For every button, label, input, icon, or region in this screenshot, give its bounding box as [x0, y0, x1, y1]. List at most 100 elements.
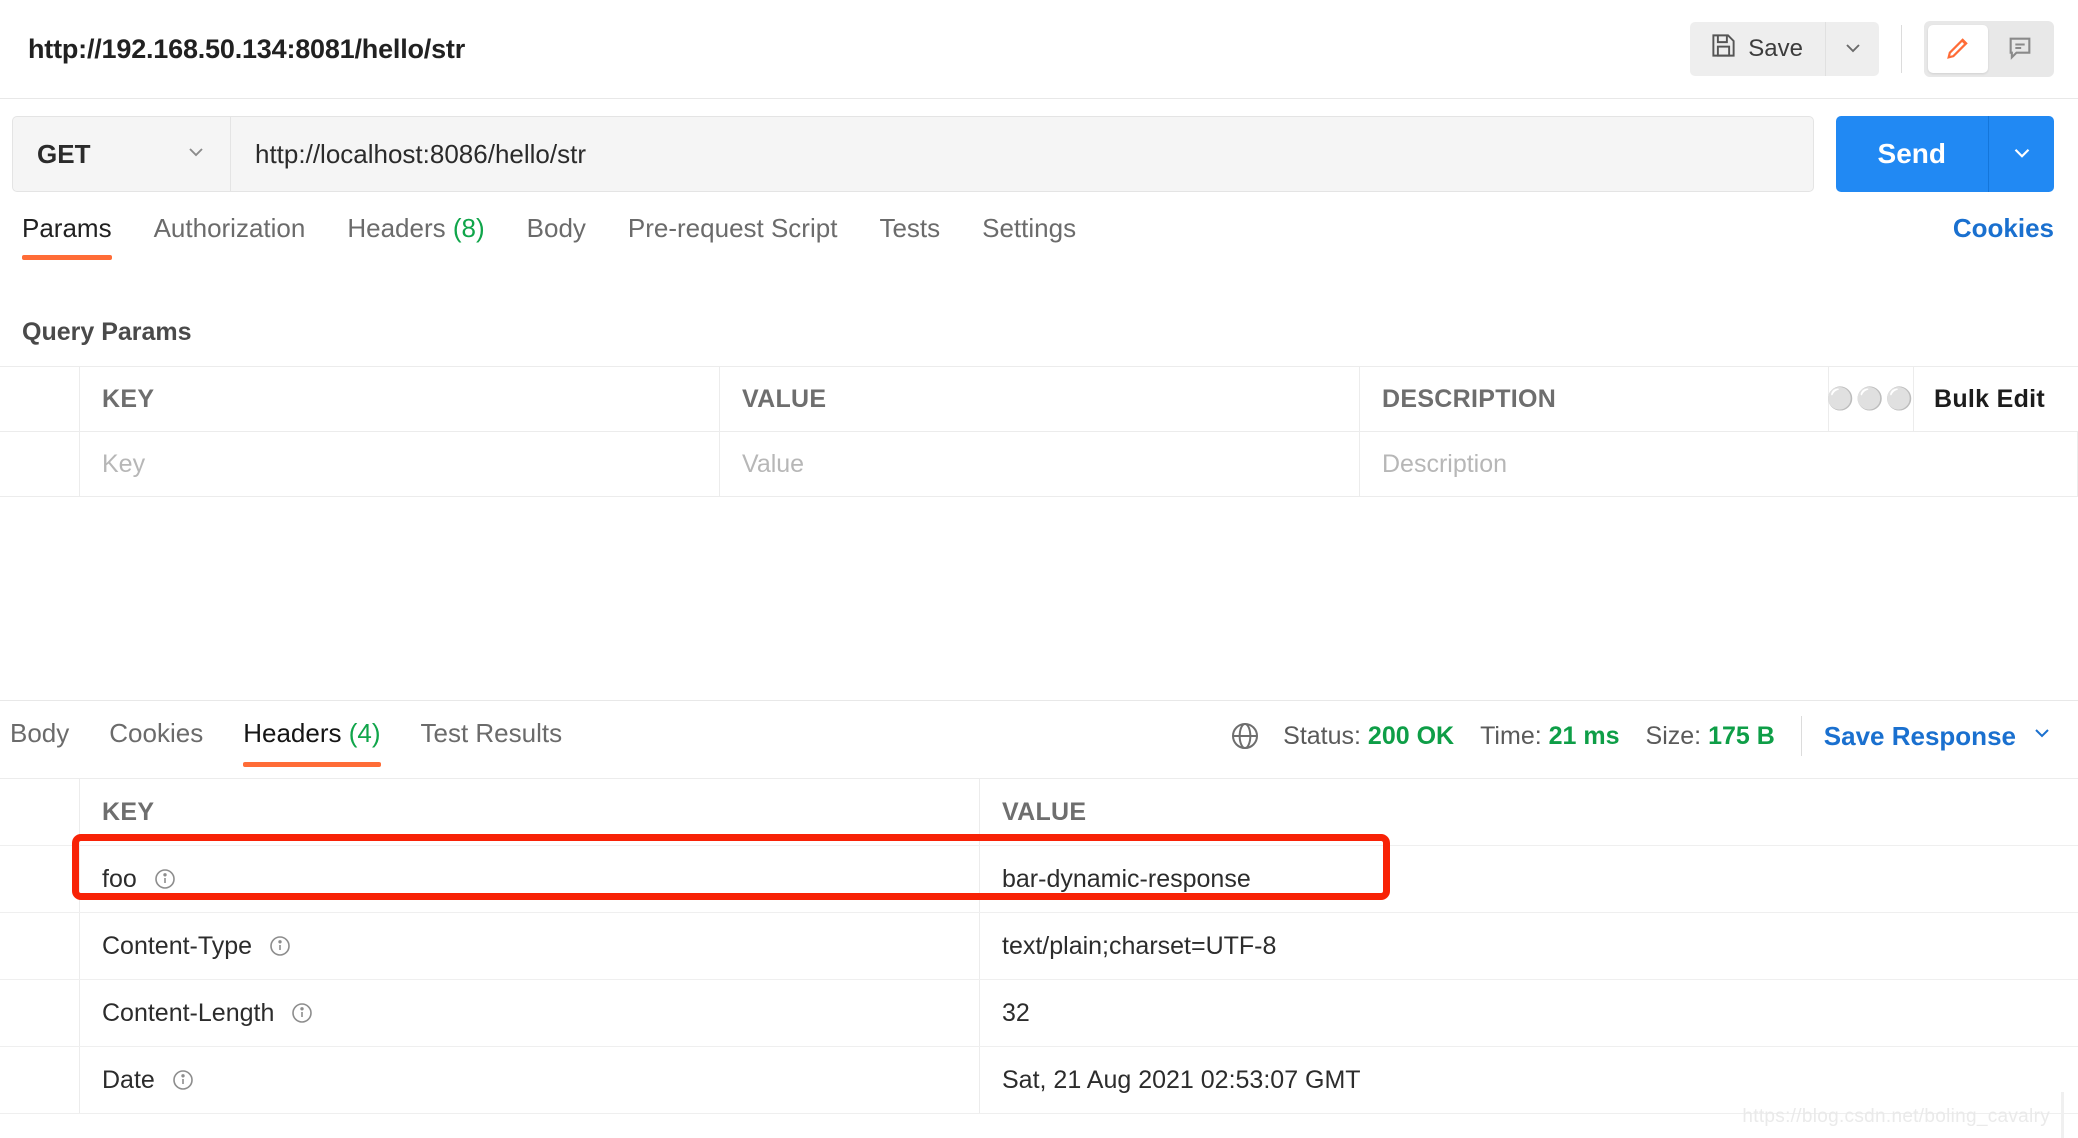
column-header-key: KEY	[80, 779, 980, 845]
tab-count-badge: (4)	[348, 718, 381, 748]
tab-tests[interactable]: Tests	[879, 209, 940, 260]
save-options-button[interactable]	[1825, 22, 1879, 76]
header-key-text: Date	[102, 1065, 155, 1094]
tab-label: Params	[22, 213, 112, 243]
cookies-link[interactable]: Cookies	[1953, 209, 2054, 244]
tab-body[interactable]: Body	[527, 209, 586, 260]
table-row[interactable]: Content-Type text/plain;charset=UTF-8	[0, 913, 2078, 980]
top-bar: http://192.168.50.134:8081/hello/str Sav…	[0, 0, 2078, 99]
tab-label: Settings	[982, 213, 1077, 243]
postman-window: http://192.168.50.134:8081/hello/str Sav…	[0, 0, 2078, 1138]
row-gutter	[0, 846, 80, 912]
tab-label: Headers	[243, 718, 342, 748]
info-icon[interactable]	[153, 867, 177, 891]
table-row[interactable]: foo bar-dynamic-response	[0, 846, 2078, 913]
chevron-down-icon	[2009, 140, 2035, 169]
header-key-cell: Content-Type	[80, 913, 980, 979]
table-header-row: KEY VALUE DESCRIPTION ⚪⚪⚪ Bulk Edit	[0, 367, 2078, 432]
row-gutter	[0, 367, 80, 431]
status-label: Status: 200 OK	[1283, 722, 1454, 751]
response-headers-table: KEY VALUE foo bar-dynamic-response Conte…	[0, 778, 2078, 1114]
response-tab-body[interactable]: Body	[10, 712, 69, 767]
header-key-text: Content-Type	[102, 931, 253, 960]
param-key-input[interactable]: Key	[80, 432, 720, 496]
size-value: 175 B	[1708, 721, 1775, 750]
column-header-value: VALUE	[720, 367, 1360, 431]
row-gutter	[0, 1047, 80, 1113]
table-row[interactable]: Content-Length 32	[0, 980, 2078, 1047]
chevron-down-icon	[1841, 36, 1865, 63]
header-key-text: Content-Length	[102, 998, 275, 1027]
tab-authorization[interactable]: Authorization	[154, 209, 306, 260]
info-icon[interactable]	[171, 1068, 195, 1092]
url-input[interactable]	[230, 116, 1814, 192]
pencil-icon	[1944, 34, 1972, 65]
watermark-bar	[2061, 1092, 2064, 1138]
comment-button[interactable]	[1990, 25, 2050, 73]
header-value-cell: bar-dynamic-response	[1002, 864, 1251, 893]
chevron-down-icon	[2030, 721, 2054, 752]
time-label: Time: 21 ms	[1480, 722, 1619, 751]
row-gutter	[0, 980, 80, 1046]
send-button[interactable]: Send	[1835, 116, 1988, 192]
table-header-row: KEY VALUE	[0, 779, 2078, 846]
response-tabs: Body Cookies Headers (4) Test Results St…	[0, 712, 2078, 778]
globe-icon[interactable]	[1229, 720, 1261, 752]
response-status-bar: Status: 200 OK Time: 21 ms Size: 175 B S…	[1229, 712, 2054, 756]
header-key-cell: Date	[80, 1047, 980, 1113]
query-params-title: Query Params	[22, 318, 192, 346]
tab-label: Pre-request Script	[627, 213, 838, 243]
status-divider	[1800, 716, 1802, 756]
tab-label: Authorization	[153, 213, 306, 243]
tab-label: Body	[10, 718, 70, 748]
size-label: Size: 175 B	[1646, 722, 1775, 751]
response-divider	[0, 700, 2078, 701]
query-params-table: KEY VALUE DESCRIPTION ⚪⚪⚪ Bulk Edit Key …	[0, 366, 2078, 497]
tab-settings[interactable]: Settings	[982, 209, 1076, 260]
http-method-select[interactable]: GET	[12, 116, 230, 192]
row-gutter	[0, 779, 80, 845]
row-gutter	[0, 913, 80, 979]
param-description-input[interactable]: Description	[1360, 432, 2078, 496]
header-key-text: foo	[102, 864, 137, 893]
page-title: http://192.168.50.134:8081/hello/str	[28, 33, 466, 64]
watermark: https://blog.csdn.net/boling_cavalry	[1742, 1106, 2050, 1127]
top-bar-actions: Save	[1690, 21, 2054, 77]
param-value-input[interactable]: Value	[720, 432, 1360, 496]
response-tab-test-results[interactable]: Test Results	[421, 712, 563, 767]
size-label-text: Size:	[1645, 721, 1702, 750]
save-response-label: Save Response	[1823, 720, 2016, 751]
save-response-button[interactable]: Save Response	[1824, 721, 2054, 752]
edit-mode-button[interactable]	[1928, 25, 1988, 73]
toolbar-divider	[1901, 25, 1902, 73]
info-icon[interactable]	[290, 1001, 314, 1025]
table-row[interactable]: Key Value Description	[0, 432, 2078, 497]
tab-headers[interactable]: Headers (8)	[347, 209, 484, 260]
send-button-group: Send	[1835, 116, 2054, 192]
save-button-group: Save	[1690, 22, 1879, 76]
column-header-description: DESCRIPTION	[1360, 367, 1829, 431]
save-button[interactable]: Save	[1690, 22, 1825, 76]
status-value: 200 OK	[1367, 721, 1455, 750]
http-method-label: GET	[37, 138, 91, 169]
tab-label: Headers	[347, 213, 446, 243]
more-options-icon[interactable]: ⚪⚪⚪	[1827, 367, 1914, 431]
time-label-text: Time:	[1480, 721, 1542, 750]
tab-params[interactable]: Params	[22, 209, 112, 260]
tab-label: Body	[526, 213, 586, 243]
info-icon[interactable]	[268, 934, 292, 958]
floppy-disk-icon	[1710, 32, 1737, 66]
tab-label: Cookies	[109, 718, 204, 748]
response-tab-cookies[interactable]: Cookies	[109, 712, 203, 767]
send-options-button[interactable]	[1988, 116, 2054, 192]
status-label-text: Status:	[1283, 721, 1361, 750]
time-value: 21 ms	[1548, 721, 1620, 750]
save-button-label: Save	[1748, 35, 1803, 62]
tab-pre-request-script[interactable]: Pre-request Script	[628, 209, 838, 260]
table-row[interactable]: Date Sat, 21 Aug 2021 02:53:07 GMT	[0, 1047, 2078, 1114]
header-value-cell: Sat, 21 Aug 2021 02:53:07 GMT	[1002, 1065, 1361, 1094]
response-tab-headers[interactable]: Headers (4)	[243, 712, 381, 767]
chevron-down-icon	[184, 140, 208, 169]
header-value-cell: 32	[1002, 998, 1030, 1027]
bulk-edit-button[interactable]: Bulk Edit	[1914, 367, 2078, 431]
